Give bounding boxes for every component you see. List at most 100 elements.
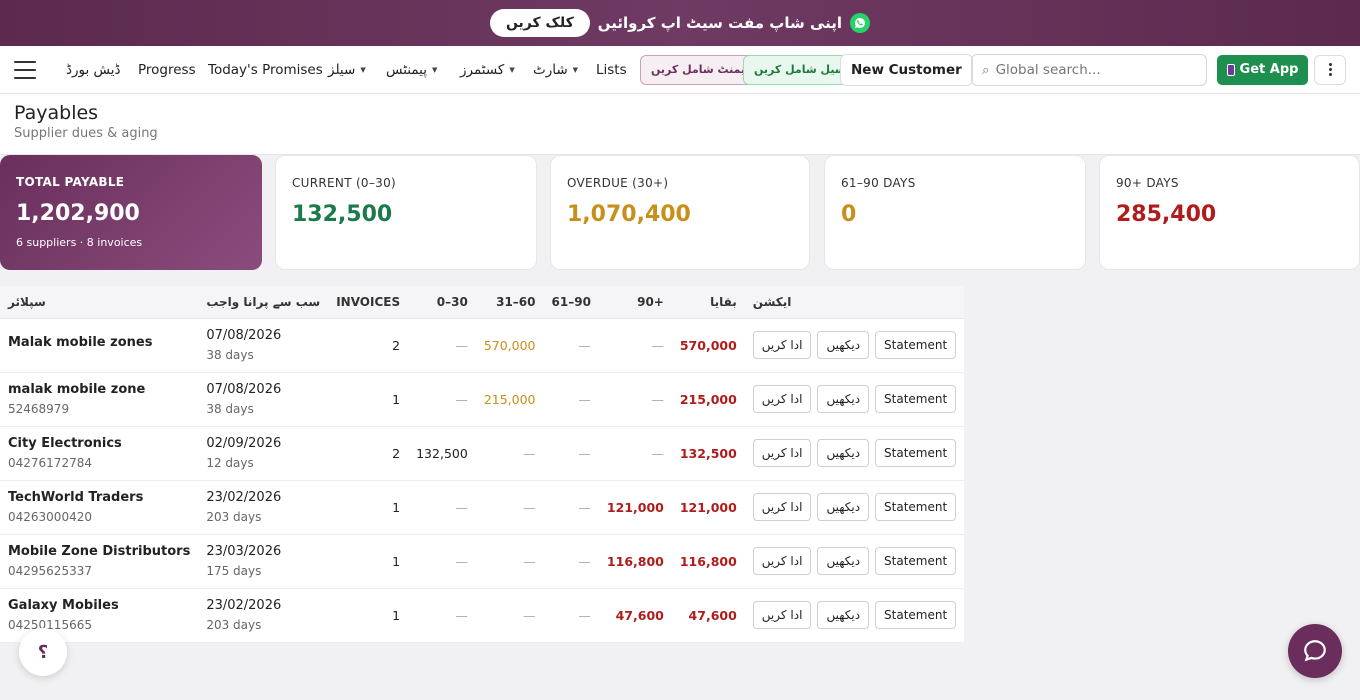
bucket-90-plus: 47,600 — [598, 588, 672, 643]
view-button[interactable]: دیکھیں — [817, 547, 870, 575]
statement-button[interactable]: Statement — [875, 385, 957, 413]
supplier-name[interactable]: TechWorld Traders — [8, 490, 190, 505]
view-button[interactable]: دیکھیں — [817, 601, 870, 629]
table-row: Galaxy Mobiles 04250115665 23/02/2026 203 … — [0, 588, 965, 643]
hamburger-menu-icon[interactable] — [14, 60, 36, 79]
kpi-sub: 6 suppliers · 8 invoices — [16, 236, 143, 249]
global-search[interactable]: ⌕ — [971, 53, 1207, 86]
col-supplier[interactable]: سپلائر — [0, 286, 199, 319]
chevron-down-icon: ▼ — [572, 65, 579, 74]
kpi-value: 1,070,400 — [567, 202, 691, 227]
chat-icon[interactable] — [1288, 624, 1342, 678]
oldest-days: 203 days — [206, 510, 262, 524]
nav-lists[interactable]: Lists — [596, 62, 627, 78]
nav-customers[interactable]: کسٹمرز ▼ — [460, 62, 515, 78]
view-button[interactable]: دیکھیں — [817, 493, 870, 521]
col-0-30[interactable]: 0–30 — [408, 286, 476, 319]
invoice-count: 1 — [328, 588, 409, 643]
balance: 215,000 — [671, 372, 745, 427]
global-search-input[interactable] — [995, 61, 1176, 78]
col-31-60[interactable]: 31–60 — [475, 286, 544, 319]
oldest-date: 23/02/2026 — [206, 490, 282, 505]
new-customer-button[interactable]: New Customer — [840, 53, 973, 86]
bucket-61-90: — — [543, 318, 599, 373]
supplier-name[interactable]: Malak mobile zones — [8, 335, 190, 350]
bucket-61-90: — — [543, 534, 599, 589]
bucket-0-30: — — [408, 480, 476, 535]
nav-payments[interactable]: پیمنٹس ▼ — [386, 62, 437, 78]
more-options-icon[interactable] — [1314, 54, 1346, 85]
table-row: Mobile Zone Distributors 04295625337 23/0… — [0, 534, 965, 589]
col-oldest-due[interactable]: سب سے پرانا واجب — [198, 286, 329, 319]
view-button[interactable]: دیکھیں — [817, 385, 870, 413]
bucket-0-30: — — [408, 534, 476, 589]
statement-button[interactable]: Statement — [875, 547, 957, 575]
col-90-plus[interactable]: 90+ — [598, 286, 672, 319]
help-button[interactable]: ؟ — [19, 628, 67, 676]
nav-dashboard[interactable]: ڈیش بورڈ — [66, 62, 121, 78]
bucket-90-plus: 121,000 — [598, 480, 672, 535]
search-icon: ⌕ — [982, 61, 990, 78]
pay-button[interactable]: ادا کریں — [752, 601, 812, 629]
oldest-date: 07/08/2026 — [206, 382, 282, 397]
nav-payments-label: پیمنٹس — [386, 61, 427, 78]
oldest-days: 38 days — [206, 348, 254, 362]
supplier-name[interactable]: malak mobile zone — [8, 382, 190, 397]
bucket-90-plus: 116,800 — [598, 534, 672, 589]
kpi-overdue: OVERDUE (30+) 1,070,400 — [550, 155, 810, 270]
bucket-90-plus: — — [598, 372, 672, 427]
nav-todays-promises[interactable]: Today's Promises — [208, 62, 323, 78]
bucket-61-90: — — [543, 480, 599, 535]
statement-button[interactable]: Statement — [875, 493, 957, 521]
pay-button[interactable]: ادا کریں — [752, 547, 812, 575]
col-invoices[interactable]: INVOICES — [328, 286, 409, 319]
pay-button[interactable]: ادا کریں — [752, 439, 812, 467]
invoice-count: 1 — [328, 534, 409, 589]
bucket-61-90: — — [543, 588, 599, 643]
supplier-name[interactable]: Mobile Zone Distributors — [8, 544, 190, 559]
nav-chart[interactable]: شارٹ ▼ — [533, 62, 578, 78]
page-title: Payables — [14, 102, 99, 124]
statement-button[interactable]: Statement — [875, 439, 957, 467]
balance: 47,600 — [671, 588, 745, 643]
promo-banner: کلک کریں اپنی شاپ مفت سیٹ اپ کروائیں — [0, 0, 1360, 46]
promo-message: اپنی شاپ مفت سیٹ اپ کروائیں — [597, 14, 843, 32]
kpi-label: 61–90 DAYS — [841, 176, 916, 190]
supplier-name[interactable]: Galaxy Mobiles — [8, 598, 190, 613]
view-button[interactable]: دیکھیں — [817, 439, 870, 467]
pay-button[interactable]: ادا کریں — [752, 493, 812, 521]
oldest-date: 02/09/2026 — [206, 436, 282, 451]
balance: 132,500 — [671, 426, 745, 481]
pay-button[interactable]: ادا کریں — [752, 331, 812, 359]
kpi-current: CURRENT (0–30) 132,500 — [275, 155, 537, 270]
nav-progress[interactable]: Progress — [138, 62, 196, 78]
supplier-phone: 04295625337 — [8, 564, 92, 578]
balance: 116,800 — [671, 534, 745, 589]
payables-table: سپلائر سب سے پرانا واجب INVOICES 0–30 31… — [0, 286, 965, 643]
oldest-date: 23/03/2026 — [206, 544, 282, 559]
get-app-button[interactable]: Get App — [1217, 54, 1308, 85]
pay-button[interactable]: ادا کریں — [752, 385, 812, 413]
kpi-value: 0 — [841, 202, 857, 227]
nav-customers-label: کسٹمرز — [460, 61, 505, 78]
table-row: malak mobile zone 52468979 07/08/2026 38 d… — [0, 372, 965, 427]
statement-button[interactable]: Statement — [875, 331, 957, 359]
col-balance[interactable]: بقایا — [671, 286, 745, 319]
bucket-0-30: 132,500 — [408, 426, 476, 481]
supplier-name[interactable]: City Electronics — [8, 436, 190, 451]
bucket-31-60: 215,000 — [475, 372, 544, 427]
view-button[interactable]: دیکھیں — [817, 331, 870, 359]
page-subtitle: Supplier dues & aging — [14, 126, 158, 141]
chevron-down-icon: ▼ — [432, 65, 438, 74]
table-row: Malak mobile zones 07/08/2026 38 days 2 —… — [0, 318, 965, 373]
kpi-label: OVERDUE (30+) — [567, 176, 669, 190]
nav-sales[interactable]: سیلز ▼ — [328, 62, 366, 78]
invoice-count: 2 — [328, 318, 409, 373]
kpi-total-payable: TOTAL PAYABLE 1,202,900 6 suppliers · 8 … — [0, 155, 262, 270]
supplier-phone: 52468979 — [8, 402, 70, 416]
statement-button[interactable]: Statement — [875, 601, 957, 629]
whatsapp-icon[interactable] — [850, 13, 871, 33]
bucket-31-60: 570,000 — [475, 318, 544, 373]
promo-cta-button[interactable]: کلک کریں — [489, 9, 590, 37]
col-61-90[interactable]: 61–90 — [543, 286, 599, 319]
